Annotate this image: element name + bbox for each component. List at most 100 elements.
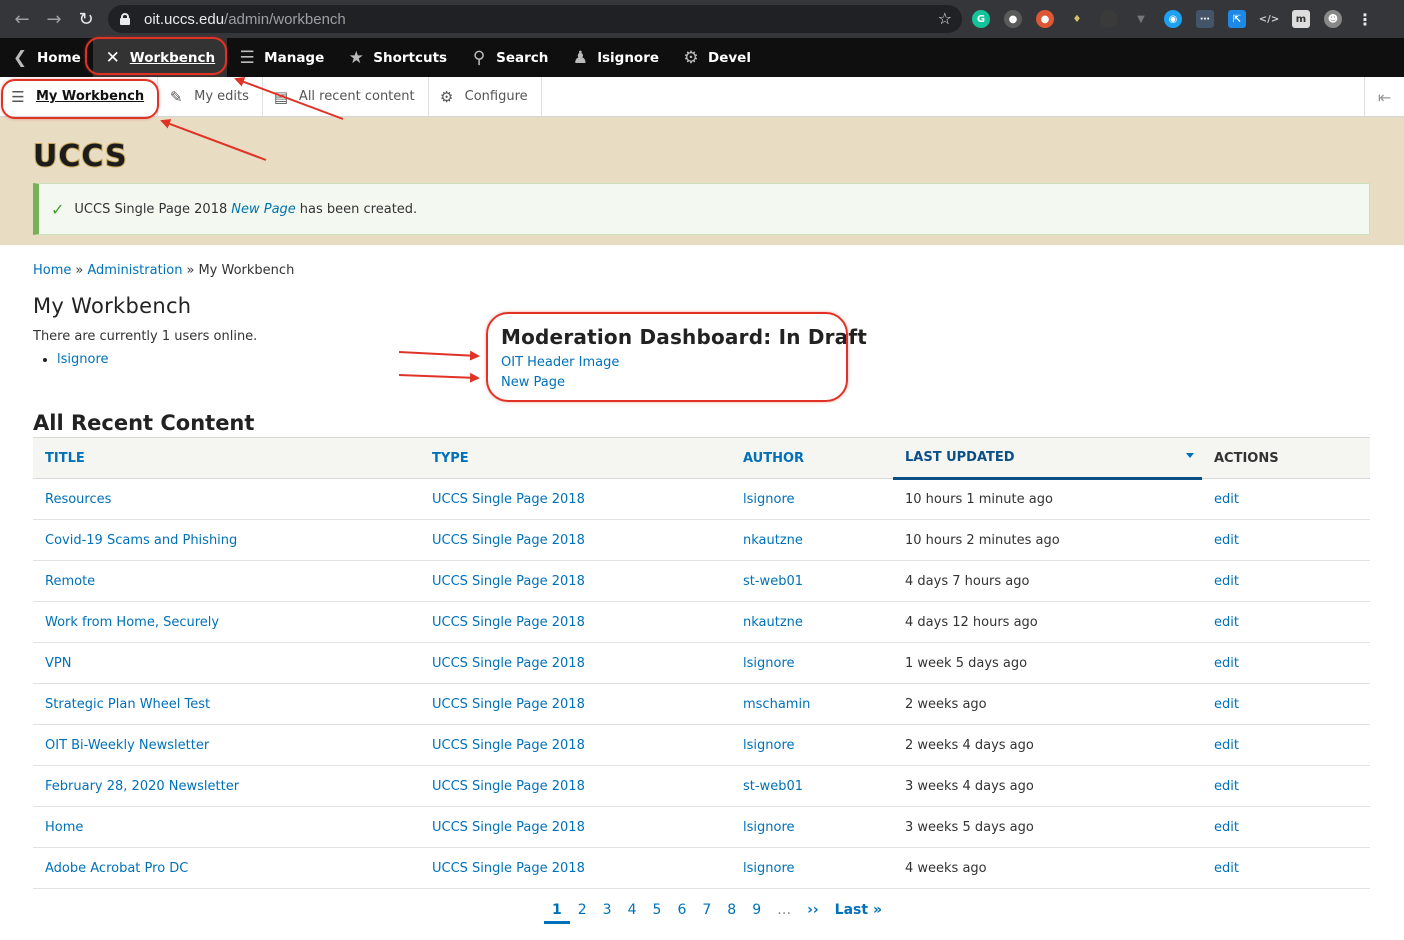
- pager-page-link[interactable]: 8: [719, 898, 744, 924]
- row-author-link[interactable]: nkautzne: [731, 519, 893, 561]
- pin-extension-icon[interactable]: ♦: [1068, 10, 1086, 28]
- spy-extension-icon[interactable]: ●: [1004, 10, 1022, 28]
- pager-page-link[interactable]: 5: [645, 898, 670, 924]
- row-last-updated: 1 week 5 days ago: [893, 642, 1202, 684]
- row-edit-link[interactable]: edit: [1202, 683, 1370, 725]
- toolbar-workbench[interactable]: ✕ Workbench: [92, 38, 228, 77]
- row-title-link[interactable]: Work from Home, Securely: [33, 601, 420, 643]
- tools-icon: ✕: [105, 47, 120, 68]
- grammarly-extension-icon[interactable]: G: [972, 10, 990, 28]
- row-type-link[interactable]: UCCS Single Page 2018: [420, 519, 731, 561]
- pager-last-link[interactable]: Last »: [827, 898, 890, 924]
- row-edit-link[interactable]: edit: [1202, 724, 1370, 766]
- row-title-link[interactable]: Resources: [33, 478, 420, 520]
- pager-page-link[interactable]: 3: [595, 898, 620, 924]
- row-edit-link[interactable]: edit: [1202, 642, 1370, 684]
- row-title-link[interactable]: Covid-19 Scams and Phishing: [33, 519, 420, 561]
- row-title-link[interactable]: Home: [33, 806, 420, 848]
- kebab-menu-icon[interactable]: ⋮: [1356, 10, 1374, 29]
- wappalyzer-extension-icon[interactable]: ⇱: [1228, 10, 1246, 28]
- recent-content-title: All Recent Content: [33, 411, 255, 435]
- uccs-logo[interactable]: UCCS: [32, 138, 128, 175]
- page-extension-icon[interactable]: m: [1292, 10, 1310, 28]
- row-author-link[interactable]: st-web01: [731, 765, 893, 807]
- online-user-link[interactable]: lsignore: [57, 352, 109, 367]
- row-edit-link[interactable]: edit: [1202, 601, 1370, 643]
- row-title-link[interactable]: February 28, 2020 Newsletter: [33, 765, 420, 807]
- row-type-link[interactable]: UCCS Single Page 2018: [420, 765, 731, 807]
- row-type-link[interactable]: UCCS Single Page 2018: [420, 478, 731, 520]
- pager-next-link[interactable]: ››: [799, 898, 827, 924]
- row-title-link[interactable]: VPN: [33, 642, 420, 684]
- row-edit-link[interactable]: edit: [1202, 560, 1370, 602]
- eye-extension-icon[interactable]: ◉: [1164, 10, 1182, 28]
- row-title-link[interactable]: Adobe Acrobat Pro DC: [33, 847, 420, 889]
- breadcrumb-administration[interactable]: Administration: [87, 263, 182, 278]
- toolbar-user[interactable]: ♟ lsignore: [560, 38, 671, 77]
- tray-my-edits[interactable]: ✎ My edits: [158, 76, 263, 117]
- blank-extension-icon[interactable]: [1100, 10, 1118, 28]
- table-row: Resources UCCS Single Page 2018 lsignore 10…: [33, 478, 1370, 520]
- bookmark-star-icon[interactable]: ☆: [938, 9, 952, 28]
- row-author-link[interactable]: lsignore: [731, 642, 893, 684]
- row-type-link[interactable]: UCCS Single Page 2018: [420, 806, 731, 848]
- column-header-type[interactable]: TYPE: [420, 437, 731, 479]
- moderation-item-link[interactable]: New Page: [501, 375, 565, 390]
- toolbar-devel[interactable]: ⚙ Devel: [671, 38, 763, 77]
- toolbar-home[interactable]: ❮ Home: [0, 38, 93, 77]
- back-arrow-icon[interactable]: ←: [6, 0, 38, 38]
- row-author-link[interactable]: lsignore: [731, 724, 893, 766]
- row-edit-link[interactable]: edit: [1202, 519, 1370, 561]
- row-title-link[interactable]: OIT Bi-Weekly Newsletter: [33, 724, 420, 766]
- moderation-list: OIT Header Image New Page: [501, 353, 867, 393]
- row-edit-link[interactable]: edit: [1202, 806, 1370, 848]
- toolbar-search[interactable]: ⚲ Search: [459, 38, 560, 77]
- column-header-author[interactable]: AUTHOR: [731, 437, 893, 479]
- row-type-link[interactable]: UCCS Single Page 2018: [420, 847, 731, 889]
- tray-configure[interactable]: ⚙ Configure: [429, 76, 542, 117]
- reload-icon[interactable]: ↻: [70, 0, 102, 38]
- profile-avatar-icon[interactable]: ☻: [1324, 10, 1342, 28]
- pager-page-link[interactable]: 9: [744, 898, 769, 924]
- column-header-title[interactable]: TITLE: [33, 437, 420, 479]
- row-type-link[interactable]: UCCS Single Page 2018: [420, 601, 731, 643]
- breadcrumb-home[interactable]: Home: [33, 263, 71, 278]
- row-author-link[interactable]: lsignore: [731, 806, 893, 848]
- code-extension-icon[interactable]: </>: [1259, 10, 1279, 28]
- tray-all-recent-content[interactable]: ▤ All recent content: [263, 76, 429, 117]
- moderation-item-link[interactable]: OIT Header Image: [501, 355, 619, 370]
- tray-my-workbench[interactable]: ☰ My Workbench: [0, 76, 159, 117]
- row-type-link[interactable]: UCCS Single Page 2018: [420, 642, 731, 684]
- annotation-arrow: [398, 372, 480, 383]
- row-author-link[interactable]: mschamin: [731, 683, 893, 725]
- message-link[interactable]: New Page: [231, 202, 296, 217]
- row-author-link[interactable]: lsignore: [731, 478, 893, 520]
- forward-arrow-icon[interactable]: →: [38, 0, 70, 38]
- vue-extension-icon[interactable]: ▼: [1132, 10, 1150, 28]
- row-edit-link[interactable]: edit: [1202, 765, 1370, 807]
- pager-page-link[interactable]: 7: [694, 898, 719, 924]
- pager-page-link[interactable]: 2: [570, 898, 595, 924]
- more-extension-icon[interactable]: ⋯: [1196, 10, 1214, 28]
- row-type-link[interactable]: UCCS Single Page 2018: [420, 683, 731, 725]
- column-header-last-updated[interactable]: LAST UPDATED: [893, 437, 1202, 480]
- tray-orientation-toggle-icon[interactable]: ⇤: [1364, 77, 1404, 117]
- toolbar-shortcuts[interactable]: ★ Shortcuts: [336, 38, 459, 77]
- browser-bar: ← → ↻ oit.uccs.edu/admin/workbench ☆ G ●…: [0, 0, 1404, 38]
- row-type-link[interactable]: UCCS Single Page 2018: [420, 560, 731, 602]
- pager-page-link[interactable]: 1: [544, 898, 570, 924]
- pager-page-link[interactable]: 4: [620, 898, 645, 924]
- duckduckgo-extension-icon[interactable]: ●: [1036, 10, 1054, 28]
- row-title-link[interactable]: Remote: [33, 560, 420, 602]
- lock-icon: [120, 13, 130, 25]
- row-edit-link[interactable]: edit: [1202, 847, 1370, 889]
- row-type-link[interactable]: UCCS Single Page 2018: [420, 724, 731, 766]
- row-author-link[interactable]: nkautzne: [731, 601, 893, 643]
- address-bar[interactable]: oit.uccs.edu/admin/workbench ☆: [108, 5, 962, 33]
- row-title-link[interactable]: Strategic Plan Wheel Test: [33, 683, 420, 725]
- pager-page-link[interactable]: 6: [669, 898, 694, 924]
- row-author-link[interactable]: lsignore: [731, 847, 893, 889]
- toolbar-manage[interactable]: ☰ Manage: [227, 38, 336, 77]
- row-edit-link[interactable]: edit: [1202, 478, 1370, 520]
- row-author-link[interactable]: st-web01: [731, 560, 893, 602]
